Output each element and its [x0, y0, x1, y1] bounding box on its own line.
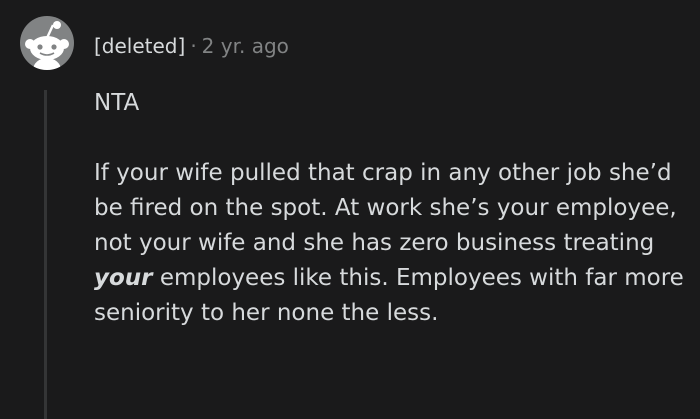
author-name[interactable]: [deleted]: [94, 34, 185, 58]
meta-separator: ·: [190, 34, 197, 58]
comment-paragraph-2: If your wife pulled that crap in any oth…: [94, 156, 684, 331]
emphasized-word: your: [94, 265, 153, 291]
paragraph-2-text-start: If your wife pulled that crap in any oth…: [94, 160, 677, 256]
avatar[interactable]: [20, 16, 74, 70]
paragraph-2-text-end: employees like this. Employees with far …: [94, 265, 684, 326]
snoo-avatar-icon: [25, 21, 69, 70]
comment-meta: [deleted] · 2 yr. ago: [94, 33, 289, 59]
comment-body: NTA If your wife pulled that crap in any…: [94, 86, 684, 331]
thread-line[interactable]: [44, 90, 47, 419]
comment-timestamp[interactable]: 2 yr. ago: [202, 34, 289, 58]
comment-paragraph-1: NTA: [94, 90, 140, 116]
comment: [deleted] · 2 yr. ago NTA If your wife pul…: [0, 0, 700, 419]
